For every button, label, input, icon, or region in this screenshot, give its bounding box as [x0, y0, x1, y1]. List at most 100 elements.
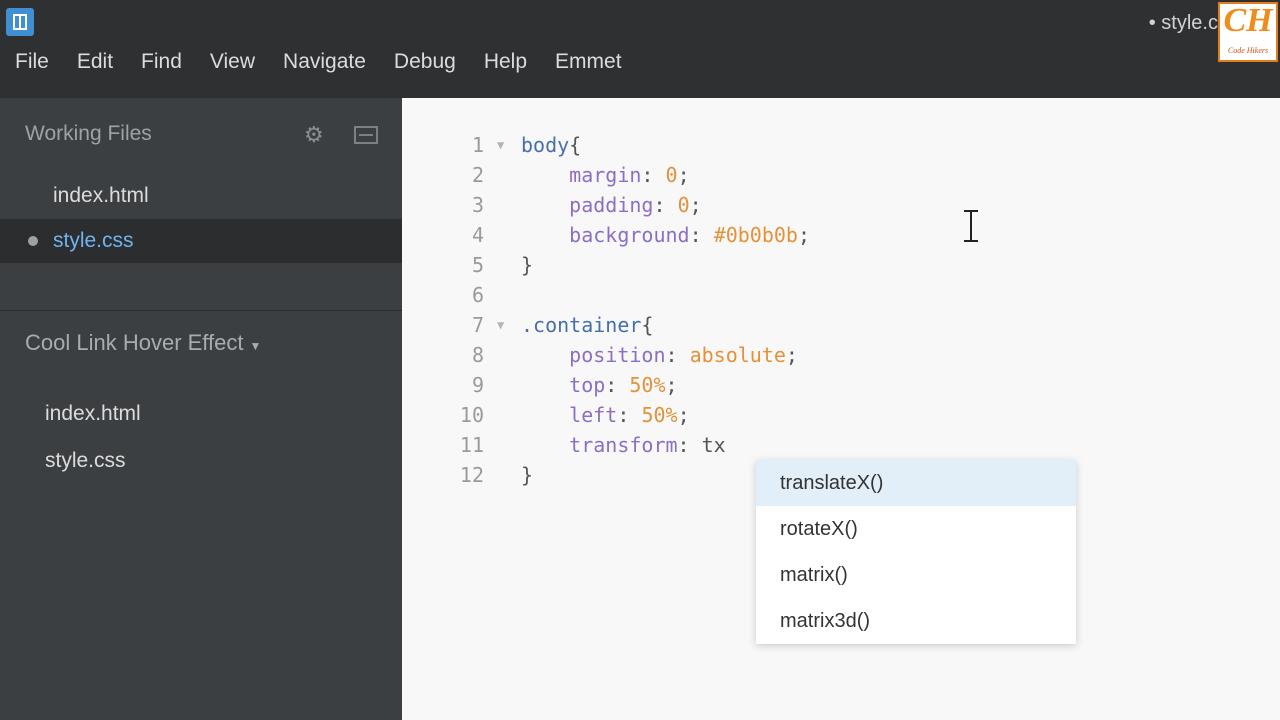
menu-view[interactable]: View: [196, 44, 269, 84]
code-token: 50%: [641, 403, 678, 427]
code-token: transform: [569, 433, 678, 457]
project-file-style-css[interactable]: style.css: [45, 449, 126, 473]
code-token: ;: [665, 373, 678, 397]
fold-arrow-icon[interactable]: ▼: [497, 130, 504, 160]
line-number: 7: [471, 313, 484, 337]
code-token: :: [665, 343, 690, 367]
working-file-style-css[interactable]: style.css: [0, 219, 402, 263]
split-view-icon[interactable]: [354, 126, 378, 144]
working-file-label: style.css: [53, 229, 134, 252]
code-token: }: [521, 463, 534, 487]
menu-debug[interactable]: Debug: [380, 44, 470, 84]
code-text: top: 50%;: [521, 370, 678, 400]
menu-navigate[interactable]: Navigate: [269, 44, 380, 84]
text-cursor-icon: [964, 210, 978, 244]
sidebar: Working Files ⚙ index.html style.css Coo…: [0, 98, 402, 720]
menu-bar: File Edit Find View Navigate Debug Help …: [0, 44, 636, 84]
code-token: #0b0b0b: [713, 223, 798, 247]
logo-subtext: Code Hikers: [1227, 46, 1269, 55]
sidebar-divider: [0, 310, 402, 311]
code-token: :: [605, 373, 630, 397]
code-hint-label: translateX(): [780, 472, 884, 494]
code-hint-label: rotateX(): [780, 518, 858, 540]
code-hint-label: matrix(): [780, 564, 848, 586]
menu-find[interactable]: Find: [127, 44, 196, 84]
logo-text: CH: [1223, 2, 1273, 39]
gear-icon[interactable]: ⚙: [304, 124, 326, 146]
code-token: :: [689, 223, 714, 247]
line-number: 4: [471, 223, 484, 247]
code-text: transform: tx: [521, 430, 726, 460]
code-text: }: [521, 250, 533, 280]
line-number: 2: [471, 163, 484, 187]
code-hint-item[interactable]: translateX(): [756, 460, 1076, 506]
code-token: {: [569, 133, 582, 157]
caret-down-icon: ▼: [249, 339, 262, 353]
code-token: position: [569, 343, 666, 367]
code-token: :: [617, 403, 642, 427]
code-token: 0: [677, 193, 690, 217]
code-hint-item[interactable]: matrix(): [756, 552, 1076, 598]
code-token: 0: [665, 163, 678, 187]
line-number: 9: [471, 373, 484, 397]
window-title: • style.c: [1148, 12, 1218, 34]
line-number: 10: [459, 403, 484, 427]
code-token: padding: [569, 193, 654, 217]
code-token: left: [569, 403, 618, 427]
code-token: ;: [797, 223, 811, 247]
modified-dot-icon: [28, 236, 38, 246]
menu-emmet[interactable]: Emmet: [541, 44, 636, 84]
code-token: ;: [677, 403, 690, 427]
code-token: 50%: [629, 373, 666, 397]
code-text: .container{: [521, 310, 653, 340]
code-token: : tx: [677, 433, 726, 457]
code-hint-popup: translateX() rotateX() matrix() matrix3d(): [756, 460, 1076, 644]
brackets-app-icon: [6, 8, 34, 36]
line-number: 11: [459, 433, 484, 457]
code-token: absolute: [689, 343, 786, 367]
code-text: padding: 0;: [521, 190, 702, 220]
code-token: ;: [677, 163, 690, 187]
line-number: 1: [471, 133, 484, 157]
menu-edit[interactable]: Edit: [63, 44, 127, 84]
code-text: margin: 0;: [521, 160, 690, 190]
menu-help[interactable]: Help: [470, 44, 541, 84]
line-number: 12: [459, 463, 484, 487]
working-file-index-html[interactable]: index.html: [0, 174, 402, 218]
project-title: Cool Link Hover Effect: [25, 330, 244, 355]
code-text: }: [521, 460, 533, 490]
line-number: 6: [471, 283, 484, 307]
code-token: ;: [689, 193, 702, 217]
code-text: background: #0b0b0b;: [521, 220, 810, 250]
fold-arrow-icon[interactable]: ▼: [497, 310, 504, 340]
code-hikers-logo: CH Code Hikers: [1218, 2, 1278, 62]
code-token: :: [653, 193, 678, 217]
code-text: position: absolute;: [521, 340, 798, 370]
code-hint-item[interactable]: rotateX(): [756, 506, 1076, 552]
line-number: 5: [471, 253, 484, 277]
code-token: :: [641, 163, 666, 187]
code-hint-label: matrix3d(): [780, 610, 871, 632]
code-text: body{: [521, 130, 581, 160]
code-token: background: [569, 223, 690, 247]
line-number: 3: [471, 193, 484, 217]
code-token: top: [569, 373, 606, 397]
code-token: margin: [569, 163, 642, 187]
menu-file[interactable]: File: [0, 44, 63, 84]
project-file-index-html[interactable]: index.html: [45, 402, 141, 426]
code-token: {: [641, 313, 654, 337]
code-text: left: 50%;: [521, 400, 690, 430]
working-file-label: index.html: [53, 184, 149, 207]
project-dropdown[interactable]: Cool Link Hover Effect ▼: [25, 330, 261, 356]
code-token: ;: [785, 343, 798, 367]
code-token: }: [521, 253, 534, 277]
code-hint-item[interactable]: matrix3d(): [756, 598, 1076, 644]
working-files-title: Working Files: [25, 122, 152, 145]
